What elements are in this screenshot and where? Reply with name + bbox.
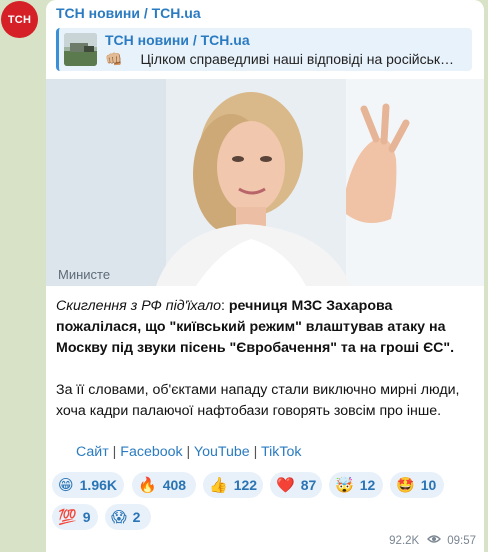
channel-avatar[interactable]: ТСН	[1, 1, 38, 38]
reaction-count: 408	[162, 477, 187, 493]
grin-emoji-icon: 😁	[58, 477, 74, 494]
reply-preview[interactable]: ТСН новини / TCH.ua 👊🏼 Цілком справедливі…	[56, 28, 472, 71]
message-bubble: ТСН новини / TCH.ua ТСН новини / TCH.ua …	[46, 0, 484, 552]
photo-caption-fragment: Министе	[58, 267, 110, 282]
eye-icon	[427, 534, 442, 547]
star-struck-emoji-icon: 🤩	[396, 477, 415, 494]
link-youtube[interactable]: YouTube	[194, 444, 250, 460]
message-photo[interactable]: Министе	[46, 79, 484, 286]
scream-emoji-icon: 😱	[111, 509, 127, 526]
link-facebook[interactable]: Facebook	[120, 444, 182, 460]
link-site[interactable]: Сайт	[76, 444, 109, 460]
reply-snippet: Цілком справедливі наші відповіді на рос…	[140, 51, 455, 67]
link-separator: |	[108, 444, 121, 460]
reply-thumbnail	[64, 33, 97, 66]
reaction-scream[interactable]: 😱 2	[105, 504, 151, 530]
reaction-count: 122	[233, 477, 258, 493]
reaction-heart[interactable]: ❤️ 87	[270, 472, 322, 498]
reaction-count: 12	[359, 477, 376, 493]
reaction-grin[interactable]: 😁 1.96K	[52, 472, 124, 498]
reaction-mind-blown[interactable]: 🤯 12	[329, 472, 383, 498]
link-row: Сайт | Facebook | YouTube | TikTok	[76, 444, 301, 460]
fist-icon: 👊🏼	[105, 51, 123, 67]
reaction-thumbs-up[interactable]: 👍 122	[203, 472, 263, 498]
lead-colon: :	[220, 298, 229, 314]
reaction-star-struck[interactable]: 🤩 10	[390, 472, 444, 498]
view-count: 92.2K	[389, 534, 420, 547]
reaction-count: 87	[300, 477, 317, 493]
mind-blown-emoji-icon: 🤯	[335, 477, 354, 494]
message-paragraph-1: Скиглення з РФ під'їхало: речниця МЗС За…	[56, 296, 476, 359]
message-time: 09:57	[447, 534, 476, 547]
hundred-emoji-icon: 💯	[58, 509, 77, 526]
reaction-fire[interactable]: 🔥 408	[132, 472, 196, 498]
reaction-count: 1.96K	[79, 477, 117, 493]
reaction-count: 9	[82, 509, 91, 525]
reaction-count: 2	[132, 509, 141, 525]
reply-channel-name: ТСН новини / TCH.ua	[105, 32, 250, 48]
link-separator: |	[249, 444, 261, 460]
message-meta: 92.2K 09:57	[389, 534, 476, 547]
avatar-logo-text: ТСН	[7, 13, 32, 26]
fire-emoji-icon: 🔥	[138, 477, 157, 494]
link-separator: |	[182, 444, 194, 460]
message-text: Скиглення з РФ під'їхало: речниця МЗС За…	[56, 296, 476, 422]
reply-text: 👊🏼 Цілком справедливі наші відповіді на р…	[105, 51, 467, 68]
italic-lead: Скиглення з РФ під'їхало	[56, 298, 221, 314]
link-tiktok[interactable]: TikTok	[261, 444, 301, 460]
message-paragraph-2: За її словами, об'єктами нападу стали ви…	[56, 382, 460, 419]
reaction-count: 10	[420, 477, 437, 493]
reaction-hundred[interactable]: 💯 9	[52, 504, 98, 530]
heart-emoji-icon: ❤️	[276, 477, 295, 494]
channel-name[interactable]: ТСН новини / TCH.ua	[56, 5, 201, 21]
thumbs-up-emoji-icon: 👍	[209, 477, 228, 494]
